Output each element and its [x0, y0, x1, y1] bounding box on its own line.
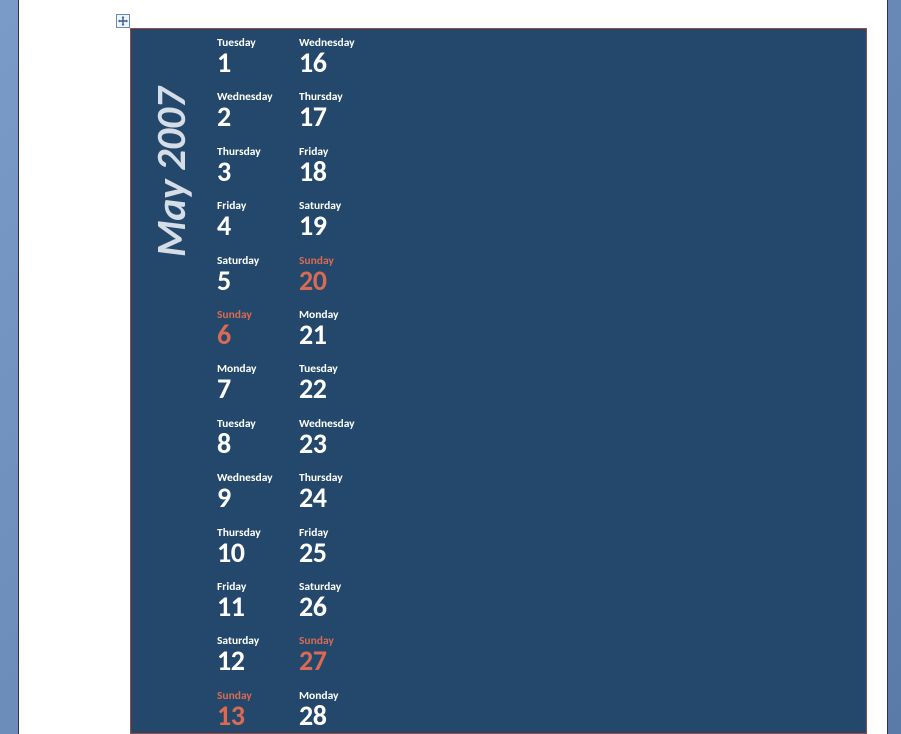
day-number: 18	[299, 157, 389, 187]
day-number: 24	[299, 483, 389, 513]
day-cell[interactable]: Thursday3	[217, 144, 299, 198]
month-column: May 2007	[131, 29, 217, 733]
day-cell[interactable]: Saturday19	[299, 198, 389, 252]
day-cell[interactable]: Tuesday8	[217, 416, 299, 470]
day-number: 25	[299, 538, 389, 568]
day-cell[interactable]: Friday18	[299, 144, 389, 198]
day-number: 2	[217, 102, 299, 132]
day-number: 12	[217, 646, 299, 676]
day-number: 23	[299, 429, 389, 459]
day-column-1: Tuesday1Wednesday2Thursday3Friday4Saturd…	[217, 35, 299, 733]
day-number: 8	[217, 429, 299, 459]
day-number: 20	[299, 266, 389, 296]
day-number: 7	[217, 374, 299, 404]
day-cell[interactable]: Thursday10	[217, 525, 299, 579]
day-cell[interactable]: Saturday26	[299, 579, 389, 633]
day-number: 4	[217, 211, 299, 241]
day-cell[interactable]: Wednesday16	[299, 35, 389, 89]
day-cell[interactable]: Sunday27	[299, 633, 389, 687]
day-number: 1	[217, 48, 299, 78]
day-number: 13	[217, 701, 299, 731]
document-page: May 2007 Tuesday1Wednesday2Thursday3Frid…	[18, 0, 888, 734]
day-cell[interactable]: Friday25	[299, 525, 389, 579]
day-cell[interactable]: Friday11	[217, 579, 299, 633]
day-number: 9	[217, 483, 299, 513]
day-number: 26	[299, 592, 389, 622]
day-cell[interactable]: Tuesday22	[299, 361, 389, 415]
day-number: 6	[217, 320, 299, 350]
day-number: 17	[299, 102, 389, 132]
day-cell[interactable]: Sunday6	[217, 307, 299, 361]
day-number: 21	[299, 320, 389, 350]
day-number: 19	[299, 211, 389, 241]
day-cell[interactable]: Monday21	[299, 307, 389, 361]
day-cell[interactable]: Sunday13	[217, 688, 299, 734]
day-number: 28	[299, 701, 389, 731]
day-cell[interactable]: Thursday17	[299, 89, 389, 143]
day-number: 10	[217, 538, 299, 568]
day-number: 27	[299, 646, 389, 676]
day-cell[interactable]: Wednesday23	[299, 416, 389, 470]
day-cell[interactable]: Saturday12	[217, 633, 299, 687]
day-cell[interactable]: Friday4	[217, 198, 299, 252]
days-area: Tuesday1Wednesday2Thursday3Friday4Saturd…	[217, 29, 389, 733]
day-cell[interactable]: Thursday24	[299, 470, 389, 524]
day-number: 3	[217, 157, 299, 187]
day-cell[interactable]: Wednesday9	[217, 470, 299, 524]
day-cell[interactable]: Wednesday2	[217, 89, 299, 143]
table-move-handle-icon[interactable]	[116, 14, 130, 28]
day-number: 16	[299, 48, 389, 78]
day-number: 5	[217, 266, 299, 296]
month-label: May 2007	[146, 88, 197, 257]
day-cell[interactable]: Saturday5	[217, 253, 299, 307]
day-number: 22	[299, 374, 389, 404]
day-cell[interactable]: Monday7	[217, 361, 299, 415]
day-number: 11	[217, 592, 299, 622]
day-column-2: Wednesday16Thursday17Friday18Saturday19S…	[299, 35, 389, 733]
day-cell[interactable]: Tuesday1	[217, 35, 299, 89]
day-cell[interactable]: Monday28	[299, 688, 389, 734]
day-cell[interactable]: Sunday20	[299, 253, 389, 307]
calendar-table[interactable]: May 2007 Tuesday1Wednesday2Thursday3Frid…	[130, 28, 867, 734]
